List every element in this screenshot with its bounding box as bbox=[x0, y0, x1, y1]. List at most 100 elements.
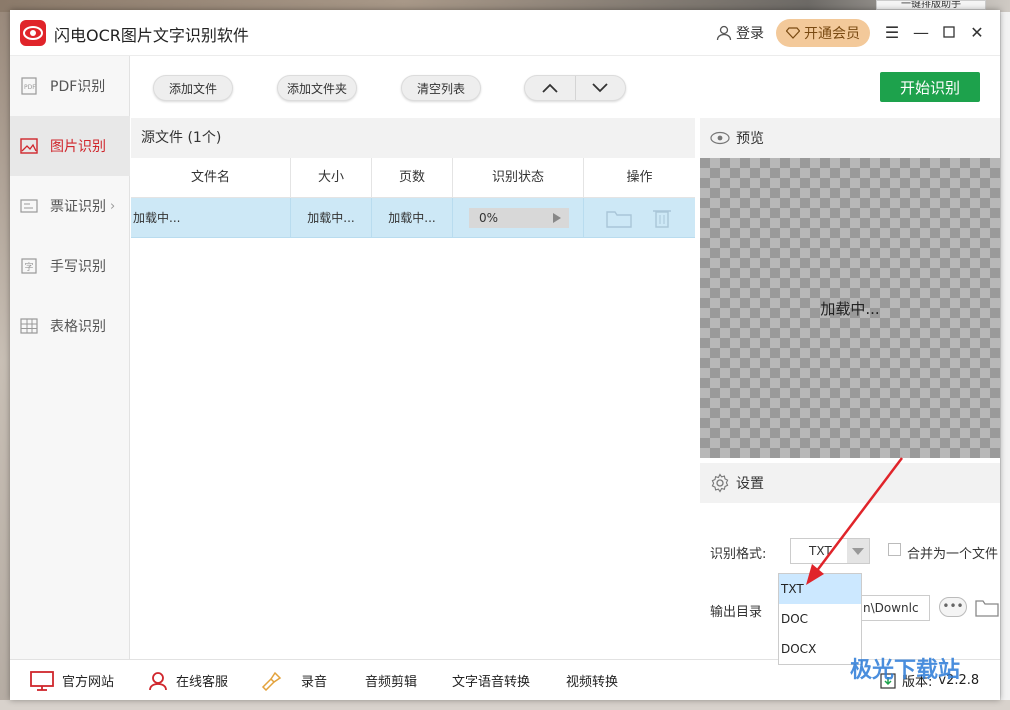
column-header-size: 大小 bbox=[291, 158, 372, 198]
delete-icon[interactable] bbox=[652, 207, 672, 229]
settings-title: 设置 bbox=[736, 476, 764, 492]
online-service-link[interactable]: 在线客服 bbox=[148, 660, 228, 700]
toolbar: 添加文件 添加文件夹 清空列表 开始识别 bbox=[131, 56, 1000, 118]
preview-canvas: 加载中... bbox=[700, 158, 1000, 458]
move-up-button[interactable] bbox=[525, 76, 576, 100]
sidebar-item-image[interactable]: 图片识别 bbox=[10, 116, 130, 176]
file-list-panel: 源文件 (1个) 文件名 大小 页数 识别状态 操作 加载中... 加载中...… bbox=[131, 118, 695, 659]
bottom-item-label: 文字语音转换 bbox=[452, 675, 531, 690]
close-icon[interactable]: ✕ bbox=[967, 22, 987, 42]
eye-icon bbox=[710, 131, 730, 145]
progress-text: 0% bbox=[479, 211, 499, 225]
cell-size: 加载中... bbox=[291, 198, 372, 238]
minimize-icon[interactable]: — bbox=[911, 22, 931, 42]
chevron-up-icon bbox=[542, 83, 558, 93]
chevron-down-icon bbox=[592, 83, 608, 93]
sidebar-item-label: 手写识别 bbox=[50, 259, 106, 275]
sidebar-item-label: 图片识别 bbox=[50, 139, 106, 155]
bottom-item-label: 官方网站 bbox=[62, 675, 115, 690]
video-convert-link[interactable]: 视频转换 bbox=[566, 660, 618, 700]
official-site-link[interactable]: 官方网站 bbox=[30, 660, 114, 700]
bottom-item-label: 在线客服 bbox=[176, 675, 229, 690]
monitor-icon bbox=[30, 670, 54, 691]
sidebar-item-label: 票证识别 bbox=[50, 199, 106, 215]
table-header: 文件名 大小 页数 识别状态 操作 bbox=[131, 158, 695, 198]
sidebar-item-ticket[interactable]: 票证识别 › bbox=[10, 176, 130, 236]
start-recognition-button[interactable]: 开始识别 bbox=[880, 72, 980, 102]
handwriting-icon: 字 bbox=[18, 255, 40, 277]
merge-checkbox[interactable] bbox=[888, 543, 901, 556]
format-select[interactable]: TXT bbox=[790, 538, 870, 564]
bottom-item-label: 视频转换 bbox=[566, 675, 619, 690]
move-down-button[interactable] bbox=[576, 76, 626, 100]
sidebar-item-label: 表格识别 bbox=[50, 319, 106, 335]
column-header-actions: 操作 bbox=[626, 170, 653, 185]
clear-list-button[interactable]: 清空列表 bbox=[401, 75, 481, 101]
preview-panel: 预览 加载中... bbox=[700, 118, 1000, 458]
vip-label: 开通会员 bbox=[804, 26, 860, 42]
format-option-docx[interactable]: DOCX bbox=[779, 634, 861, 664]
login-label: 登录 bbox=[736, 26, 764, 42]
folder-icon[interactable] bbox=[975, 597, 999, 617]
preview-header: 预览 bbox=[700, 118, 1000, 158]
sidebar-item-pdf[interactable]: PDF PDF识别 bbox=[10, 56, 130, 116]
text-to-speech-link[interactable]: 文字语音转换 bbox=[452, 660, 530, 700]
format-option-txt[interactable]: TXT bbox=[779, 574, 861, 604]
desktop-background-bottom bbox=[0, 700, 1010, 710]
cell-filename: 加载中... bbox=[131, 198, 291, 238]
sidebar-item-label: PDF识别 bbox=[50, 79, 106, 95]
title-bar: 闪电OCR图片文字识别软件 登录 开通会员 ☰ — ✕ bbox=[10, 10, 1000, 56]
add-folder-button[interactable]: 添加文件夹 bbox=[277, 75, 357, 101]
format-select-value: TXT bbox=[809, 544, 832, 558]
output-dir-label: 输出目录 bbox=[710, 605, 763, 620]
open-folder-icon[interactable] bbox=[606, 208, 632, 228]
sidebar-item-table[interactable]: 表格识别 bbox=[10, 296, 130, 356]
sidebar-item-handwriting[interactable]: 字 手写识别 bbox=[10, 236, 130, 296]
diamond-icon bbox=[786, 27, 800, 39]
bottom-item-label: 录音 bbox=[301, 675, 328, 690]
move-buttons bbox=[524, 75, 626, 101]
app-window: 闪电OCR图片文字识别软件 登录 开通会员 ☰ — ✕ PDF PDF识别 图片… bbox=[10, 10, 1000, 700]
merge-label: 合并为一个文件 bbox=[907, 547, 999, 562]
column-header-filename: 文件名 bbox=[131, 158, 291, 198]
settings-header: 设置 bbox=[700, 463, 1000, 503]
preview-title: 预览 bbox=[736, 131, 764, 147]
format-option-doc[interactable]: DOC bbox=[779, 604, 861, 634]
background-window-tab: 一键排版助手 bbox=[876, 0, 986, 10]
table-row[interactable]: 加载中... 加载中... 加载中... 0% bbox=[131, 198, 695, 238]
play-icon[interactable] bbox=[553, 213, 561, 223]
vip-button[interactable]: 开通会员 bbox=[776, 19, 870, 47]
column-header-pages: 页数 bbox=[372, 158, 453, 198]
audio-edit-link[interactable]: 音频剪辑 bbox=[365, 660, 417, 700]
cell-pages: 加载中... bbox=[372, 198, 453, 238]
maximize-icon[interactable] bbox=[939, 22, 959, 42]
preview-loading-text: 加载中... bbox=[820, 300, 880, 318]
svg-text:PDF: PDF bbox=[24, 84, 36, 91]
app-logo-icon bbox=[20, 20, 46, 46]
format-label: 识别格式: bbox=[710, 547, 767, 562]
user-service-icon bbox=[149, 671, 167, 690]
watermark-logo: 极光下载站 bbox=[850, 658, 961, 683]
gear-icon bbox=[711, 473, 729, 493]
table-icon bbox=[18, 315, 40, 337]
source-files-header: 源文件 (1个) bbox=[131, 118, 695, 158]
output-dir-input[interactable]: n\Downlc bbox=[860, 595, 930, 621]
desktop-background-left bbox=[0, 12, 10, 710]
image-icon bbox=[18, 135, 40, 157]
record-audio-link[interactable]: 录音 bbox=[261, 660, 327, 700]
sidebar: PDF PDF识别 图片识别 票证识别 › 字 手写识别 表格识别 bbox=[10, 56, 130, 659]
app-title: 闪电OCR图片文字识别软件 bbox=[54, 26, 249, 45]
pdf-icon: PDF bbox=[18, 75, 40, 97]
broom-icon bbox=[261, 671, 282, 691]
chevron-down-icon bbox=[847, 539, 869, 563]
svg-text:字: 字 bbox=[25, 261, 34, 273]
progress-bar: 0% bbox=[469, 208, 569, 228]
bottom-item-label: 音频剪辑 bbox=[365, 675, 418, 690]
browse-dots-button[interactable]: ••• bbox=[939, 597, 967, 617]
column-header-status: 识别状态 bbox=[453, 158, 584, 198]
user-icon bbox=[716, 25, 732, 41]
add-file-button[interactable]: 添加文件 bbox=[153, 75, 233, 101]
login-button[interactable]: 登录 bbox=[716, 23, 764, 43]
menu-icon[interactable]: ☰ bbox=[882, 22, 902, 42]
chevron-right-icon: › bbox=[110, 198, 116, 214]
